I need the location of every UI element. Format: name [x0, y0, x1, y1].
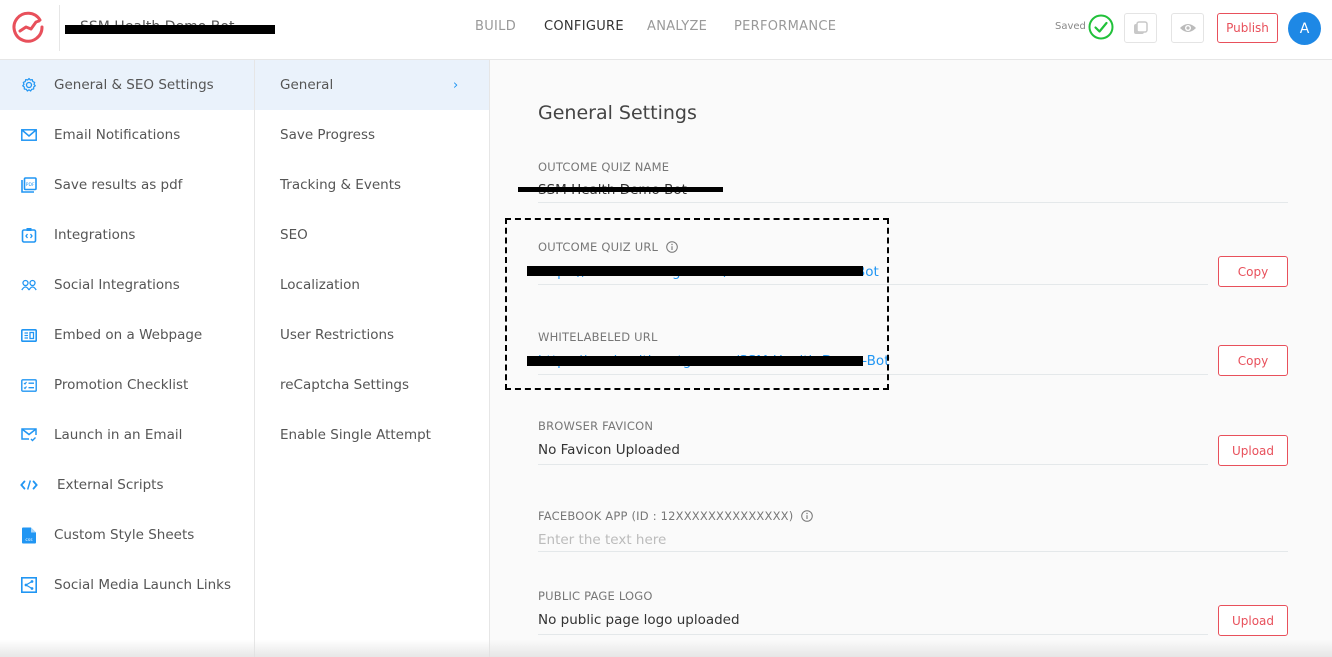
sidebar-item-label: Save results as pdf: [54, 177, 183, 193]
quiz-name-label: OUTCOME QUIZ NAME: [538, 160, 669, 174]
sidebar-item-launch-email[interactable]: Launch in an Email: [0, 410, 254, 460]
sidebar-item-label: Promotion Checklist: [54, 377, 189, 393]
subnav-item-tracking-events[interactable]: Tracking & Events: [255, 160, 489, 210]
svg-text:PDF: PDF: [26, 182, 35, 188]
facebook-app-underline: [538, 551, 1288, 552]
sidebar-item-social-integrations[interactable]: Social Integrations: [0, 260, 254, 310]
sidebar-item-label: External Scripts: [57, 477, 164, 493]
mail-check-icon: [20, 426, 38, 444]
copy-quiz-url-button[interactable]: Copy: [1218, 256, 1288, 287]
subnav-item-single-attempt[interactable]: Enable Single Attempt: [255, 410, 489, 460]
subnav-item-recaptcha[interactable]: reCaptcha Settings: [255, 360, 489, 410]
upload-favicon-button[interactable]: Upload: [1218, 435, 1288, 466]
sidebar-item-label: Social Integrations: [54, 277, 180, 293]
subnav-item-localization[interactable]: Localization: [255, 260, 489, 310]
checklist-icon: [20, 376, 38, 394]
favicon-underline: [538, 464, 1208, 465]
facebook-app-label: FACEBOOK APP (ID : 12XXXXXXXXXXXXXX): [538, 509, 814, 523]
header-divider: [59, 5, 60, 51]
nav-build[interactable]: BUILD: [475, 19, 516, 34]
subnav-item-label: General: [280, 77, 334, 93]
sidebar-item-promotion-checklist[interactable]: Promotion Checklist: [0, 360, 254, 410]
quiz-name-underline: [538, 202, 1288, 203]
duplicate-icon: [1133, 21, 1148, 34]
subnav-item-label: SEO: [280, 227, 308, 243]
preview-button[interactable]: [1171, 13, 1204, 43]
page-title: General Settings: [538, 102, 697, 124]
subnav-item-label: Enable Single Attempt: [280, 427, 431, 443]
sidebar-item-label: General & SEO Settings: [54, 77, 214, 93]
facebook-app-id-input[interactable]: [538, 530, 1238, 550]
chevron-right-icon: ›: [453, 77, 459, 93]
sidebar-item-label: Custom Style Sheets: [54, 527, 195, 543]
check-circle-icon: [1088, 14, 1114, 40]
users-icon: [20, 276, 38, 294]
saved-status: Saved: [1055, 21, 1086, 32]
subnav-item-label: Tracking & Events: [280, 177, 402, 193]
settings-sidebar: General & SEO Settings Email Notificatio…: [0, 60, 255, 657]
subnav-item-general[interactable]: General ›: [255, 60, 489, 110]
subnav-item-label: User Restrictions: [280, 327, 395, 343]
redaction-bar: [518, 187, 723, 192]
annotation-highlight-box: [505, 218, 889, 390]
integrations-icon: [20, 226, 38, 244]
favicon-label-text: BROWSER FAVICON: [538, 419, 654, 433]
embed-icon: [20, 326, 38, 344]
publish-button[interactable]: Publish: [1217, 13, 1278, 43]
nav-performance[interactable]: PERFORMANCE: [734, 19, 836, 34]
sidebar-item-save-pdf[interactable]: PDF Save results as pdf: [0, 160, 254, 210]
quiz-name-label-text: OUTCOME QUIZ NAME: [538, 160, 670, 174]
public-logo-label-text: PUBLIC PAGE LOGO: [538, 589, 653, 603]
pdf-icon: PDF: [20, 176, 38, 194]
sidebar-item-social-media-links[interactable]: Social Media Launch Links: [0, 560, 254, 610]
favicon-value: No Favicon Uploaded: [538, 442, 680, 458]
favicon-label: BROWSER FAVICON: [538, 419, 653, 433]
subnav-item-label: reCaptcha Settings: [280, 377, 410, 393]
css-file-icon: css: [20, 526, 38, 544]
share-icon: [20, 576, 38, 594]
redaction-bar: [65, 25, 275, 34]
sidebar-item-label: Launch in an Email: [54, 427, 183, 443]
subnav-item-label: Save Progress: [280, 127, 376, 143]
user-avatar[interactable]: A: [1288, 12, 1321, 45]
nav-analyze[interactable]: ANALYZE: [647, 19, 707, 34]
public-logo-underline: [538, 634, 1208, 635]
settings-subnav: General › Save Progress Tracking & Event…: [255, 60, 490, 657]
sidebar-item-label: Email Notifications: [54, 127, 181, 143]
duplicate-button[interactable]: [1124, 13, 1157, 43]
sidebar-item-general-seo[interactable]: General & SEO Settings: [0, 60, 254, 110]
gear-icon: [20, 76, 38, 94]
top-header: SSM Health Demo Bot BUILD CONFIGURE ANAL…: [0, 0, 1332, 60]
sidebar-item-embed-webpage[interactable]: Embed on a Webpage: [0, 310, 254, 360]
sidebar-item-label: Social Media Launch Links: [54, 577, 232, 593]
subnav-item-save-progress[interactable]: Save Progress: [255, 110, 489, 160]
code-icon: [20, 476, 38, 494]
outgrow-logo-icon[interactable]: [10, 10, 46, 46]
sidebar-item-label: Embed on a Webpage: [54, 327, 203, 343]
facebook-app-label-text: FACEBOOK APP (ID : 12XXXXXXXXXXXXXX): [538, 509, 794, 523]
sidebar-item-label: Integrations: [54, 227, 136, 243]
info-icon[interactable]: [801, 510, 814, 522]
public-logo-label: PUBLIC PAGE LOGO: [538, 589, 653, 603]
sidebar-item-custom-style-sheets[interactable]: css Custom Style Sheets: [0, 510, 254, 560]
sidebar-item-email-notifications[interactable]: Email Notifications: [0, 110, 254, 160]
upload-public-logo-button[interactable]: Upload: [1218, 605, 1288, 636]
mail-icon: [20, 126, 38, 144]
nav-configure[interactable]: CONFIGURE: [544, 19, 624, 34]
subnav-item-seo[interactable]: SEO: [255, 210, 489, 260]
copy-whitelabeled-url-button[interactable]: Copy: [1218, 345, 1288, 376]
public-logo-value: No public page logo uploaded: [538, 612, 740, 628]
sidebar-item-integrations[interactable]: Integrations: [0, 210, 254, 260]
subnav-item-label: Localization: [280, 277, 360, 293]
svg-text:css: css: [25, 538, 33, 543]
sidebar-item-external-scripts[interactable]: External Scripts: [0, 460, 254, 510]
eye-icon: [1179, 24, 1196, 32]
subnav-item-user-restrictions[interactable]: User Restrictions: [255, 310, 489, 360]
